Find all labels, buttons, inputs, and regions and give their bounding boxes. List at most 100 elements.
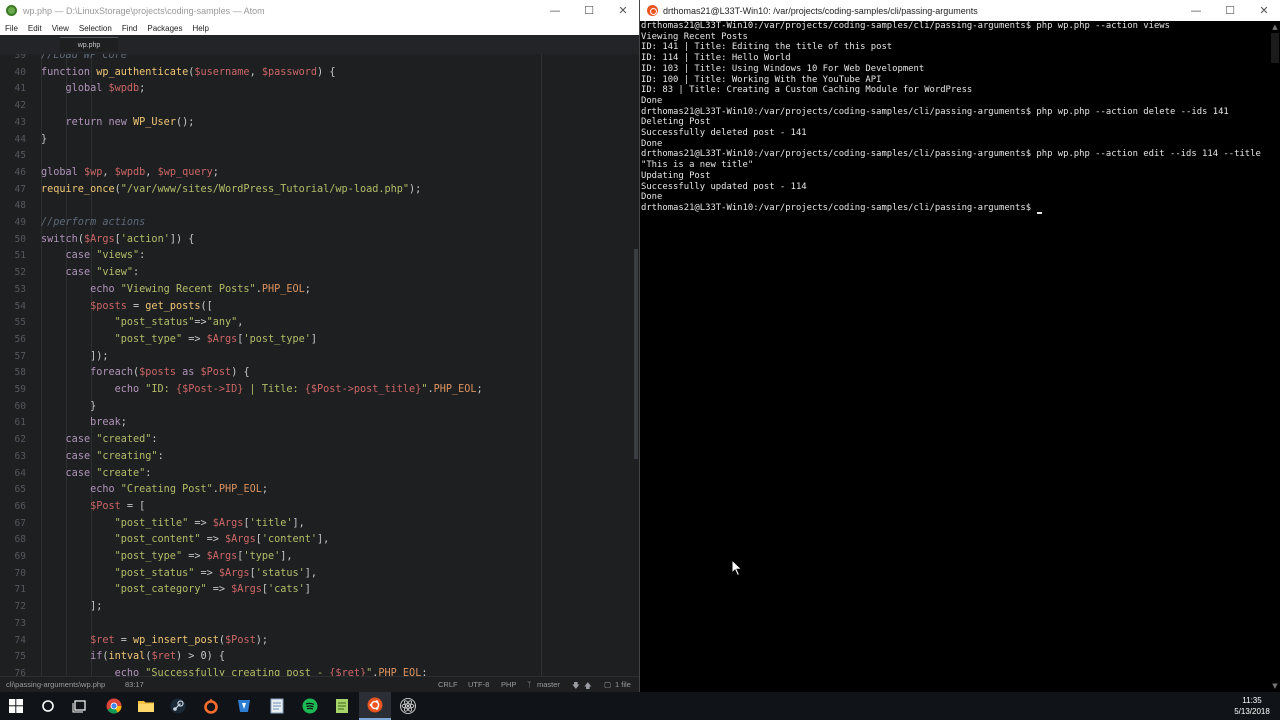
code-token: "ID:	[145, 384, 176, 395]
line-number: 69	[14, 551, 26, 562]
terminal-line: Done	[641, 192, 663, 203]
terminal-line: ID: 114 | Title: Hello World	[641, 53, 791, 64]
terminal-scrollbar-thumb[interactable]	[1271, 33, 1279, 63]
code-line: ]);	[41, 349, 108, 366]
start-button[interactable]	[0, 692, 32, 720]
task-view-button[interactable]	[64, 692, 96, 720]
line-number: 75	[14, 651, 26, 663]
code-token: function	[41, 66, 97, 78]
code-token: "created"	[96, 434, 152, 446]
code-token: 'content'	[261, 534, 318, 546]
menu-packages[interactable]: Packages	[142, 24, 187, 33]
status-git-branch[interactable]: master	[537, 680, 560, 689]
line-number: 42	[14, 100, 26, 112]
scroll-down-icon[interactable]: ▼	[1269, 680, 1280, 692]
terminal-output[interactable]: drthomas21@L33T-Win10:/var/projects/codi…	[641, 21, 1268, 692]
code-token: return new	[65, 116, 134, 128]
line-number: 55	[14, 317, 26, 329]
code-token: as	[175, 367, 201, 379]
system-clock[interactable]: 11:35 5/13/2018	[1228, 695, 1276, 717]
branch-icon: ᛉ	[527, 680, 532, 689]
atom-titlebar[interactable]: wp.php — D:\LinuxStorage\projects\coding…	[0, 0, 640, 21]
status-line-ending[interactable]: CRLF	[438, 680, 458, 689]
atom-menubar: File Edit View Selection Find Packages H…	[0, 21, 640, 35]
scroll-up-icon[interactable]: ▲	[1269, 21, 1280, 33]
chrome-icon	[106, 698, 122, 714]
code-token: $wp	[83, 166, 103, 178]
code-token: ,	[237, 317, 244, 329]
status-file-count[interactable]: 1 file	[615, 680, 631, 689]
terminal-line: drthomas21@L33T-Win10:/var/projects/codi…	[641, 106, 1229, 117]
code-token: "post_type"	[114, 333, 183, 345]
taskbar-file-explorer[interactable]	[130, 692, 162, 720]
line-number: 48	[14, 200, 26, 212]
code-token: case	[65, 267, 97, 279]
editor-scrollbar-thumb[interactable]	[634, 249, 638, 459]
status-cursor-position[interactable]: 83:17	[125, 680, 144, 689]
terminal-scrollbar[interactable]: ▲ ▼	[1269, 21, 1280, 692]
close-icon[interactable]: ✕	[606, 0, 640, 21]
code-token: "post_status"	[114, 317, 195, 329]
clock-date: 5/13/2018	[1234, 707, 1270, 716]
terminal-line: Done	[641, 95, 663, 106]
code-token: ]	[310, 333, 318, 345]
code-token: wp_authenticate	[96, 66, 189, 78]
code-line: "post_status" => $Args['status'],	[41, 566, 317, 583]
code-token: =	[114, 634, 134, 646]
taskbar-atom[interactable]	[392, 692, 424, 720]
menu-selection[interactable]: Selection	[74, 24, 117, 33]
taskbar-chrome[interactable]	[98, 692, 130, 720]
minimize-icon[interactable]: —	[1179, 0, 1213, 21]
taskbar-spotify[interactable]	[294, 692, 326, 720]
code-editor[interactable]: 39 40 41 42 43 44 45 46 47 48 49 50 51 52 53 54 55 56 57 58…	[0, 54, 640, 676]
editor-scrollbar[interactable]	[634, 54, 638, 676]
line-number: 52	[14, 267, 26, 279]
code-token: =>	[182, 333, 207, 345]
code-token: case	[65, 434, 97, 446]
cortana-button[interactable]	[32, 692, 64, 720]
status-grammar[interactable]: PHP	[501, 680, 516, 689]
code-token: switch	[41, 233, 78, 245]
code-line: case "create":	[41, 466, 152, 483]
terminal-titlebar[interactable]: drthomas21@L33T-Win10: /var/projects/cod…	[640, 0, 1280, 21]
minimize-icon[interactable]: —	[538, 0, 572, 21]
terminal-line: "This is a new title"	[641, 160, 754, 171]
code-token: get_posts	[145, 300, 201, 312]
taskbar-app[interactable]	[228, 692, 260, 720]
code-token: 'post_type'	[243, 333, 311, 345]
maximize-icon[interactable]: ☐	[1213, 0, 1247, 21]
taskbar-notepad[interactable]	[261, 692, 293, 720]
tab-wp-php[interactable]: wp.php	[60, 37, 118, 52]
status-file-path[interactable]: cli\passing-arguments\wp.php	[6, 680, 105, 689]
close-icon[interactable]: ✕	[1247, 0, 1280, 21]
taskbar-notepadpp[interactable]	[326, 692, 358, 720]
status-encoding[interactable]: UTF-8	[468, 680, 489, 689]
code-token: $Post	[90, 500, 121, 512]
menu-view[interactable]: View	[47, 24, 74, 33]
terminal-line: Viewing Recent Posts	[641, 31, 748, 42]
menu-help[interactable]: Help	[188, 24, 214, 33]
terminal-line: ID: 100 | Title: Working With the YouTub…	[641, 74, 882, 85]
maximize-icon[interactable]: ☐	[572, 0, 606, 21]
menu-find[interactable]: Find	[117, 24, 143, 33]
code-line: }	[41, 132, 47, 149]
taskbar-steam[interactable]	[162, 692, 194, 720]
atom-window: wp.php — D:\LinuxStorage\projects\coding…	[0, 0, 640, 692]
taskbar-origin[interactable]	[195, 692, 227, 720]
code-token: echo	[114, 384, 146, 395]
code-token: PHP_EOL	[433, 384, 477, 395]
menu-file[interactable]: File	[0, 24, 23, 33]
code-token: = [	[120, 500, 146, 512]
line-number: 59	[14, 384, 26, 395]
code-token: 'cats'	[267, 584, 305, 596]
taskbar-ubuntu[interactable]	[359, 692, 391, 720]
menu-edit[interactable]: Edit	[23, 24, 47, 33]
